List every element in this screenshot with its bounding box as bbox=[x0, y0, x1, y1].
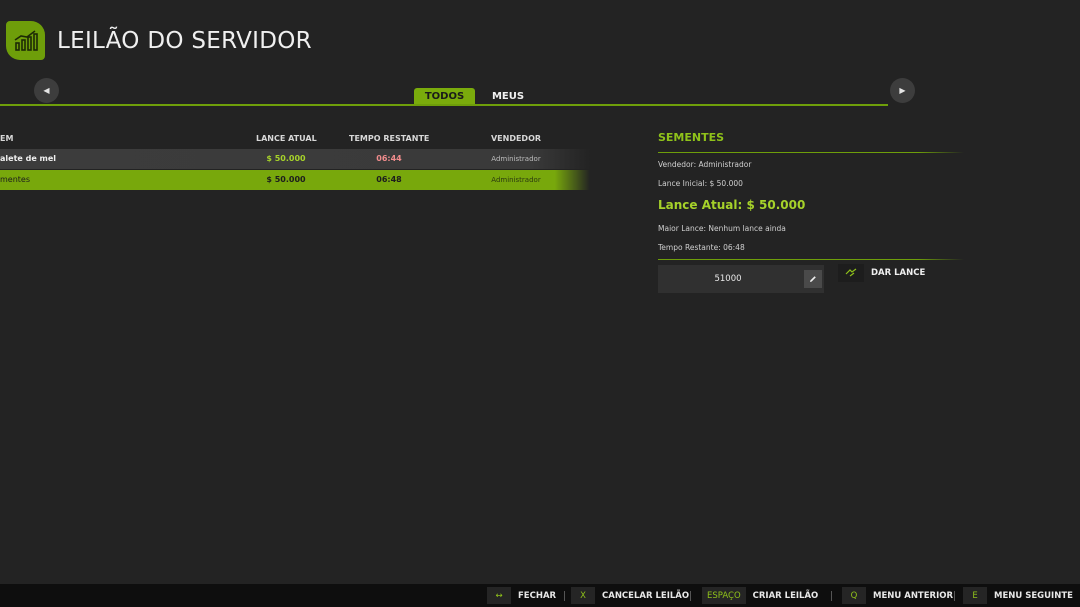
bid-key-icon bbox=[838, 264, 864, 282]
footer-label-previous: MENU ANTERIOR bbox=[873, 590, 954, 601]
detail-divider-bottom bbox=[658, 259, 964, 260]
footer-label-create: CRIAR LEILÃO bbox=[752, 590, 819, 601]
row-seller: Administrador bbox=[491, 176, 541, 184]
detail-start-bid: Lance Inicial: $ 50.000 bbox=[658, 179, 743, 188]
footer-key-close: ↔ bbox=[487, 587, 511, 604]
arrow-right-icon: ▶ bbox=[899, 86, 906, 95]
table-row-selected[interactable]: mentes $ 50.000 06:48 Administrador bbox=[0, 170, 590, 190]
bid-amount-input[interactable] bbox=[658, 274, 798, 284]
row-time-left: 06:44 bbox=[376, 154, 402, 163]
column-header-time-left[interactable]: TEMPO RESTANTE bbox=[349, 134, 429, 143]
detail-highest-bid: Maior Lance: Nenhum lance ainda bbox=[658, 224, 786, 233]
place-bid-label: DAR LANCE bbox=[871, 268, 926, 278]
detail-seller: Vendedor: Administrador bbox=[658, 160, 752, 169]
arrow-left-icon: ◀ bbox=[43, 86, 50, 95]
next-page-button[interactable]: ▶ bbox=[890, 78, 915, 103]
row-current-bid: $ 50.000 bbox=[266, 154, 306, 163]
detail-current-bid: Lance Atual: $ 50.000 bbox=[658, 198, 806, 212]
place-bid-button[interactable]: DAR LANCE bbox=[838, 264, 925, 282]
detail-title: SEMENTES bbox=[658, 131, 725, 144]
footer-key-create: ESPAÇO bbox=[702, 587, 746, 604]
column-header-current-bid[interactable]: LANCE ATUAL bbox=[256, 134, 317, 143]
footer-close-button[interactable]: ↔ FECHAR bbox=[487, 587, 556, 604]
footer-next-menu-button[interactable]: E MENU SEGUINTE bbox=[963, 587, 1073, 604]
app-logo bbox=[6, 21, 45, 60]
detail-time-left: Tempo Restante: 06:48 bbox=[658, 243, 745, 252]
footer-label-close: FECHAR bbox=[518, 590, 557, 601]
previous-page-button[interactable]: ◀ bbox=[34, 78, 59, 103]
detail-divider bbox=[658, 152, 964, 153]
column-header-seller[interactable]: VENDEDOR bbox=[484, 134, 548, 143]
footer-separator bbox=[831, 591, 832, 601]
footer-key-next: E bbox=[963, 587, 987, 604]
footer-previous-menu-button[interactable]: Q MENU ANTERIOR bbox=[842, 587, 953, 604]
footer-key-previous: Q bbox=[842, 587, 866, 604]
footer-key-cancel: X bbox=[571, 587, 595, 604]
footer-bar: ↔ FECHAR X CANCELAR LEILÃO ESPAÇO CRIAR … bbox=[0, 584, 1080, 607]
footer-separator bbox=[690, 591, 691, 601]
tab-todos[interactable]: TODOS bbox=[414, 88, 475, 105]
page-title: LEILÃO DO SERVIDOR bbox=[57, 28, 312, 54]
tab-divider bbox=[0, 104, 888, 106]
footer-separator bbox=[564, 591, 565, 601]
column-header-item[interactable]: EM bbox=[0, 134, 13, 143]
footer-separator bbox=[954, 591, 955, 601]
chart-bars-icon bbox=[14, 29, 38, 51]
footer-label-cancel: CANCELAR LEILÃO bbox=[602, 590, 690, 601]
edit-bid-button[interactable] bbox=[804, 270, 822, 288]
row-current-bid: $ 50.000 bbox=[266, 175, 306, 184]
table-row[interactable]: alete de mel $ 50.000 06:44 Administrado… bbox=[0, 149, 590, 169]
bid-amount-field bbox=[658, 265, 824, 293]
footer-label-next: MENU SEGUINTE bbox=[994, 590, 1073, 601]
row-item-name: alete de mel bbox=[0, 154, 57, 163]
row-time-left: 06:48 bbox=[376, 175, 402, 184]
footer-create-auction-button[interactable]: ESPAÇO CRIAR LEILÃO bbox=[702, 587, 818, 604]
hand-pointer-icon bbox=[845, 268, 857, 277]
row-item-name: mentes bbox=[0, 175, 31, 184]
pencil-icon bbox=[810, 276, 816, 282]
row-seller: Administrador bbox=[491, 155, 541, 163]
footer-cancel-auction-button[interactable]: X CANCELAR LEILÃO bbox=[571, 587, 689, 604]
tab-meus[interactable]: MEUS bbox=[490, 88, 526, 105]
